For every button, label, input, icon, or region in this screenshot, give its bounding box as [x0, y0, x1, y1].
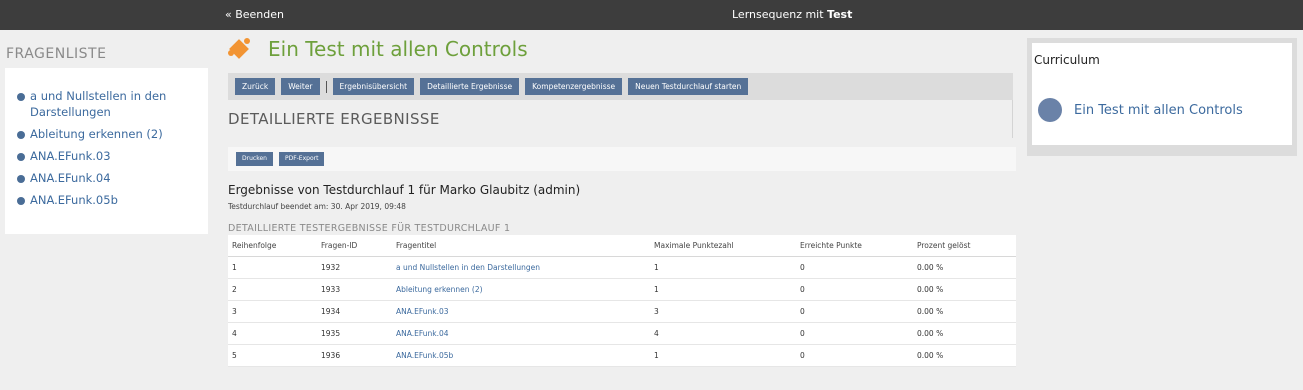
curriculum-inner: Curriculum Ein Test mit allen Controls — [1032, 43, 1292, 145]
column-header[interactable]: Maximale Punktezahl — [650, 235, 796, 257]
export-toolbar: Drucken PDF-Export — [228, 147, 1016, 171]
sequence-title: Lernsequenz mit Test — [732, 8, 852, 21]
table-cell: 0.00 % — [913, 322, 1016, 345]
table-cell: 0 — [796, 256, 913, 279]
table-cell: 1932 — [317, 256, 392, 279]
competence-results-button[interactable]: Kompetenzergebnisse — [525, 78, 623, 95]
question-list: a und Nullstellen in den Darstellungen A… — [5, 68, 208, 234]
table-cell: 1933 — [317, 278, 392, 301]
curriculum-item-label: Ein Test mit allen Controls — [1074, 102, 1243, 118]
column-header[interactable]: Reihenfolge — [228, 235, 317, 257]
next-button[interactable]: Weiter — [281, 78, 320, 95]
table-row: 1 1932 a und Nullstellen in den Darstell… — [228, 256, 1016, 279]
bullet-icon — [17, 93, 25, 101]
table-row: 5 1936 ANA.EFunk.05b 1 0 0.00 % — [228, 344, 1016, 367]
toolbar-separator — [325, 80, 327, 93]
sequence-title-prefix: Lernsequenz mit — [732, 8, 828, 21]
results-table-caption: DETAILLIERTE TESTERGEBNISSE FÜR TESTDURC… — [228, 223, 511, 234]
print-button[interactable]: Drucken — [236, 152, 273, 166]
table-cell: 0.00 % — [913, 256, 1016, 279]
table-cell: 0 — [796, 278, 913, 301]
question-list-item[interactable]: Ableitung erkennen (2) — [5, 126, 208, 142]
question-list-label: ANA.EFunk.03 — [30, 149, 111, 163]
table-cell: 0.00 % — [913, 300, 1016, 323]
table-cell: 1936 — [317, 344, 392, 367]
table-header-row: Reihenfolge Fragen-ID Fragentitel Maxima… — [228, 235, 1016, 257]
question-list-item[interactable]: ANA.EFunk.05b — [5, 192, 208, 208]
table-row: 2 1933 Ableitung erkennen (2) 1 0 0.00 % — [228, 278, 1016, 301]
table-cell: 0.00 % — [913, 278, 1016, 301]
page-title: Ein Test mit allen Controls — [268, 37, 528, 61]
table-cell: 0.00 % — [913, 344, 1016, 367]
results-table: Reihenfolge Fragen-ID Fragentitel Maxima… — [228, 235, 1016, 367]
curriculum-status-icon — [1038, 98, 1062, 122]
table-cell: 5 — [228, 344, 317, 367]
table-row: 4 1935 ANA.EFunk.04 4 0 0.00 % — [228, 322, 1016, 345]
question-title-link[interactable]: ANA.EFunk.03 — [392, 300, 650, 323]
question-list-label: ANA.EFunk.04 — [30, 171, 111, 185]
table-cell: 1 — [228, 256, 317, 279]
table-cell: 0 — [796, 344, 913, 367]
table-cell: 4 — [650, 322, 796, 345]
detailed-results-button[interactable]: Detaillierte Ergebnisse — [420, 78, 520, 95]
curriculum-item[interactable]: Ein Test mit allen Controls — [1038, 98, 1243, 122]
table-cell: 1 — [650, 278, 796, 301]
question-list-item[interactable]: ANA.EFunk.03 — [5, 148, 208, 164]
curriculum-panel: Curriculum Ein Test mit allen Controls — [1027, 38, 1297, 156]
question-list-label: Ableitung erkennen (2) — [30, 127, 163, 141]
new-test-run-button[interactable]: Neuen Testdurchlauf starten — [628, 78, 749, 95]
table-row: 3 1934 ANA.EFunk.03 3 0 0.00 % — [228, 300, 1016, 323]
results-overview-button[interactable]: Ergebnisübersicht — [332, 78, 415, 95]
curriculum-title: Curriculum — [1034, 53, 1100, 67]
navigation-toolbar: Zurück Weiter Ergebnisübersicht Detailli… — [228, 73, 1013, 100]
question-title-link[interactable]: ANA.EFunk.04 — [392, 322, 650, 345]
section-title: DETAILLIERTE ERGEBNISSE — [228, 110, 440, 128]
table-cell: 0 — [796, 300, 913, 323]
results-title: Ergebnisse von Testdurchlauf 1 für Marko… — [228, 183, 581, 197]
question-title-link[interactable]: ANA.EFunk.05b — [392, 344, 650, 367]
question-title-link[interactable]: a und Nullstellen in den Darstellungen — [392, 256, 650, 279]
bullet-icon — [17, 197, 25, 205]
question-list-item[interactable]: a und Nullstellen in den Darstellungen — [5, 88, 208, 120]
sequence-title-bold: Test — [827, 8, 853, 21]
bullet-icon — [17, 153, 25, 161]
pdf-export-button[interactable]: PDF-Export — [278, 152, 325, 166]
column-header[interactable]: Fragentitel — [392, 235, 650, 257]
top-bar: « Beenden Lernsequenz mit Test — [0, 0, 1303, 30]
question-title-link[interactable]: Ableitung erkennen (2) — [392, 278, 650, 301]
column-header[interactable]: Fragen-ID — [317, 235, 392, 257]
bullet-icon — [17, 175, 25, 183]
main-title-row: Ein Test mit allen Controls — [228, 34, 528, 64]
column-header[interactable]: Erreichte Punkte — [796, 235, 913, 257]
table-cell: 0 — [796, 322, 913, 345]
exit-link[interactable]: « Beenden — [225, 8, 284, 21]
question-list-item[interactable]: ANA.EFunk.04 — [5, 170, 208, 186]
section-header: DETAILLIERTE ERGEBNISSE — [228, 100, 1013, 138]
column-header[interactable]: Prozent gelöst — [913, 235, 1016, 257]
table-cell: 1 — [650, 256, 796, 279]
table-cell: 3 — [650, 300, 796, 323]
bullet-icon — [17, 131, 25, 139]
table-cell: 2 — [228, 278, 317, 301]
question-list-title: FRAGENLISTE — [6, 46, 107, 62]
puzzle-icon — [228, 36, 254, 62]
table-cell: 1935 — [317, 322, 392, 345]
question-list-label: a und Nullstellen in den Darstellungen — [30, 89, 167, 119]
results-finished-date: Testdurchlauf beendet am: 30. Apr 2019, … — [228, 202, 406, 211]
table-cell: 3 — [228, 300, 317, 323]
back-button[interactable]: Zurück — [235, 78, 276, 95]
table-cell: 4 — [228, 322, 317, 345]
table-cell: 1934 — [317, 300, 392, 323]
table-cell: 1 — [650, 344, 796, 367]
question-list-label: ANA.EFunk.05b — [30, 193, 118, 207]
